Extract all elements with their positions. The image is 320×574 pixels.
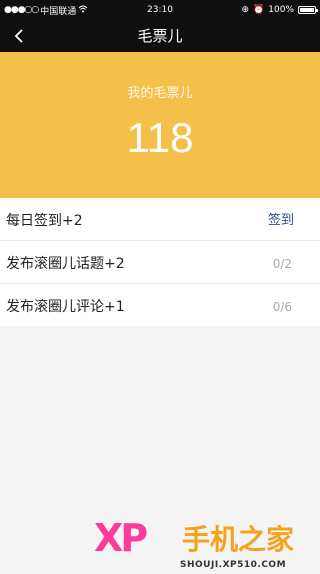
navigation-bar: 毛票儿 — [0, 20, 320, 52]
points-label: 我的毛票儿 — [127, 86, 193, 101]
battery-fill — [300, 8, 314, 12]
task-row-post-comment: 发布滚圈儿评论+1 0/6 — [0, 284, 320, 326]
watermark-url: SHOUJI.XP510.COM — [180, 560, 287, 570]
status-bar: ●●●○○ 中国联通 23:10 ⊕ ⏰ 100% — [0, 0, 320, 20]
task-list: 每日签到+2 签到 发布滚圈儿话题+2 0/2 发布滚圈儿评论+1 0/6 — [0, 198, 320, 326]
checkin-button[interactable]: 签到 — [268, 198, 294, 244]
xp-logo-text: XP — [94, 516, 148, 560]
watermark-brand: 手机之家 — [182, 523, 295, 556]
points-value: 118 — [126, 114, 194, 161]
task-label: 发布滚圈儿话题+2 — [6, 256, 125, 272]
task-row-daily-checkin: 每日签到+2 签到 — [0, 198, 320, 241]
task-label: 每日签到+2 — [6, 213, 83, 229]
task-label: 发布滚圈儿评论+1 — [6, 299, 125, 315]
battery-icon — [298, 6, 318, 14]
watermark-logo: XP 手机之家 SHOUJI.XP510.COM — [94, 512, 320, 574]
task-row-post-topic: 发布滚圈儿话题+2 0/2 — [0, 241, 320, 284]
task-progress: 0/2 — [272, 257, 292, 271]
page-title: 毛票儿 — [137, 27, 183, 45]
points-summary: 我的毛票儿 118 — [0, 52, 320, 198]
xp-logo: XP — [94, 516, 148, 560]
task-progress: 0/6 — [272, 300, 292, 314]
status-time: 23:10 — [147, 5, 173, 15]
